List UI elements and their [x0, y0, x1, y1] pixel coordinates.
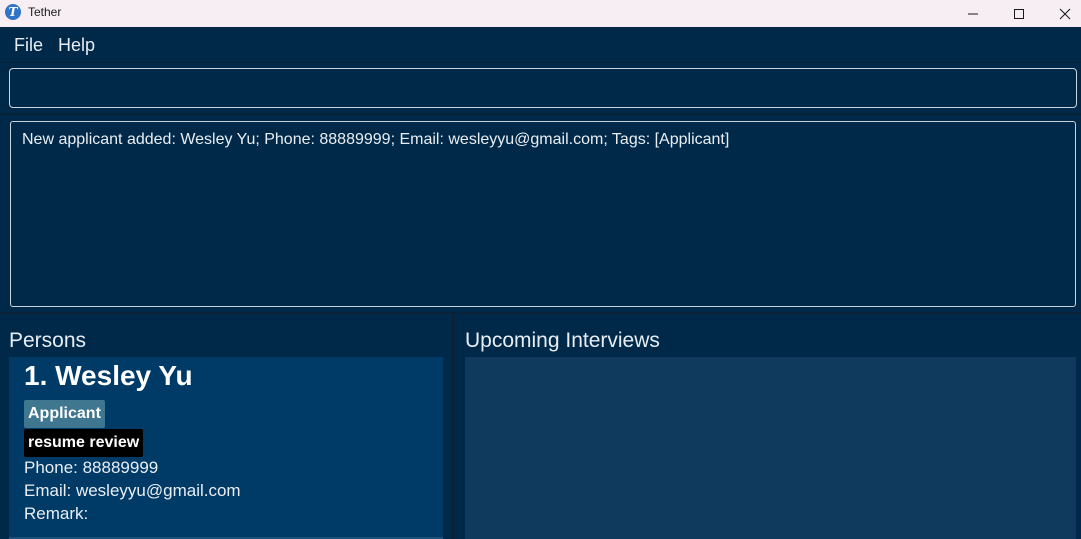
person-email: Email: wesleyyu@gmail.com	[24, 481, 241, 500]
window-title: Tether	[28, 5, 62, 19]
menu-file[interactable]: File	[14, 35, 43, 56]
result-display[interactable]: New applicant added: Wesley Yu; Phone: 8…	[10, 121, 1076, 307]
result-message: New applicant added: Wesley Yu; Phone: 8…	[22, 131, 730, 148]
tag-status: resume review	[24, 429, 144, 457]
panel-divider[interactable]	[452, 315, 455, 539]
minimize-icon	[968, 13, 978, 14]
tag-applicant: Applicant	[24, 400, 105, 428]
divider	[0, 312, 1081, 314]
menu-bar: File Help	[0, 27, 1081, 63]
menu-help[interactable]: Help	[58, 35, 95, 56]
command-input[interactable]	[9, 68, 1077, 108]
tether-app-icon: T	[5, 4, 21, 20]
person-remark: Remark:	[24, 504, 89, 523]
person-name: 1. Wesley Yu	[24, 360, 193, 391]
title-bar: T Tether	[0, 0, 1081, 27]
interviews-list[interactable]	[465, 357, 1076, 539]
persons-panel-title: Persons	[9, 329, 87, 352]
close-icon	[1059, 8, 1071, 19]
maximize-button[interactable]	[996, 0, 1042, 27]
interviews-panel-title: Upcoming Interviews	[465, 329, 660, 352]
persons-list[interactable]: 1. Wesley Yu Applicant resume review Pho…	[9, 357, 443, 539]
minimize-button[interactable]	[950, 0, 996, 27]
close-button[interactable]	[1042, 0, 1081, 27]
divider	[0, 113, 1081, 115]
person-phone: Phone: 88889999	[24, 458, 159, 477]
maximize-icon	[1014, 8, 1024, 19]
